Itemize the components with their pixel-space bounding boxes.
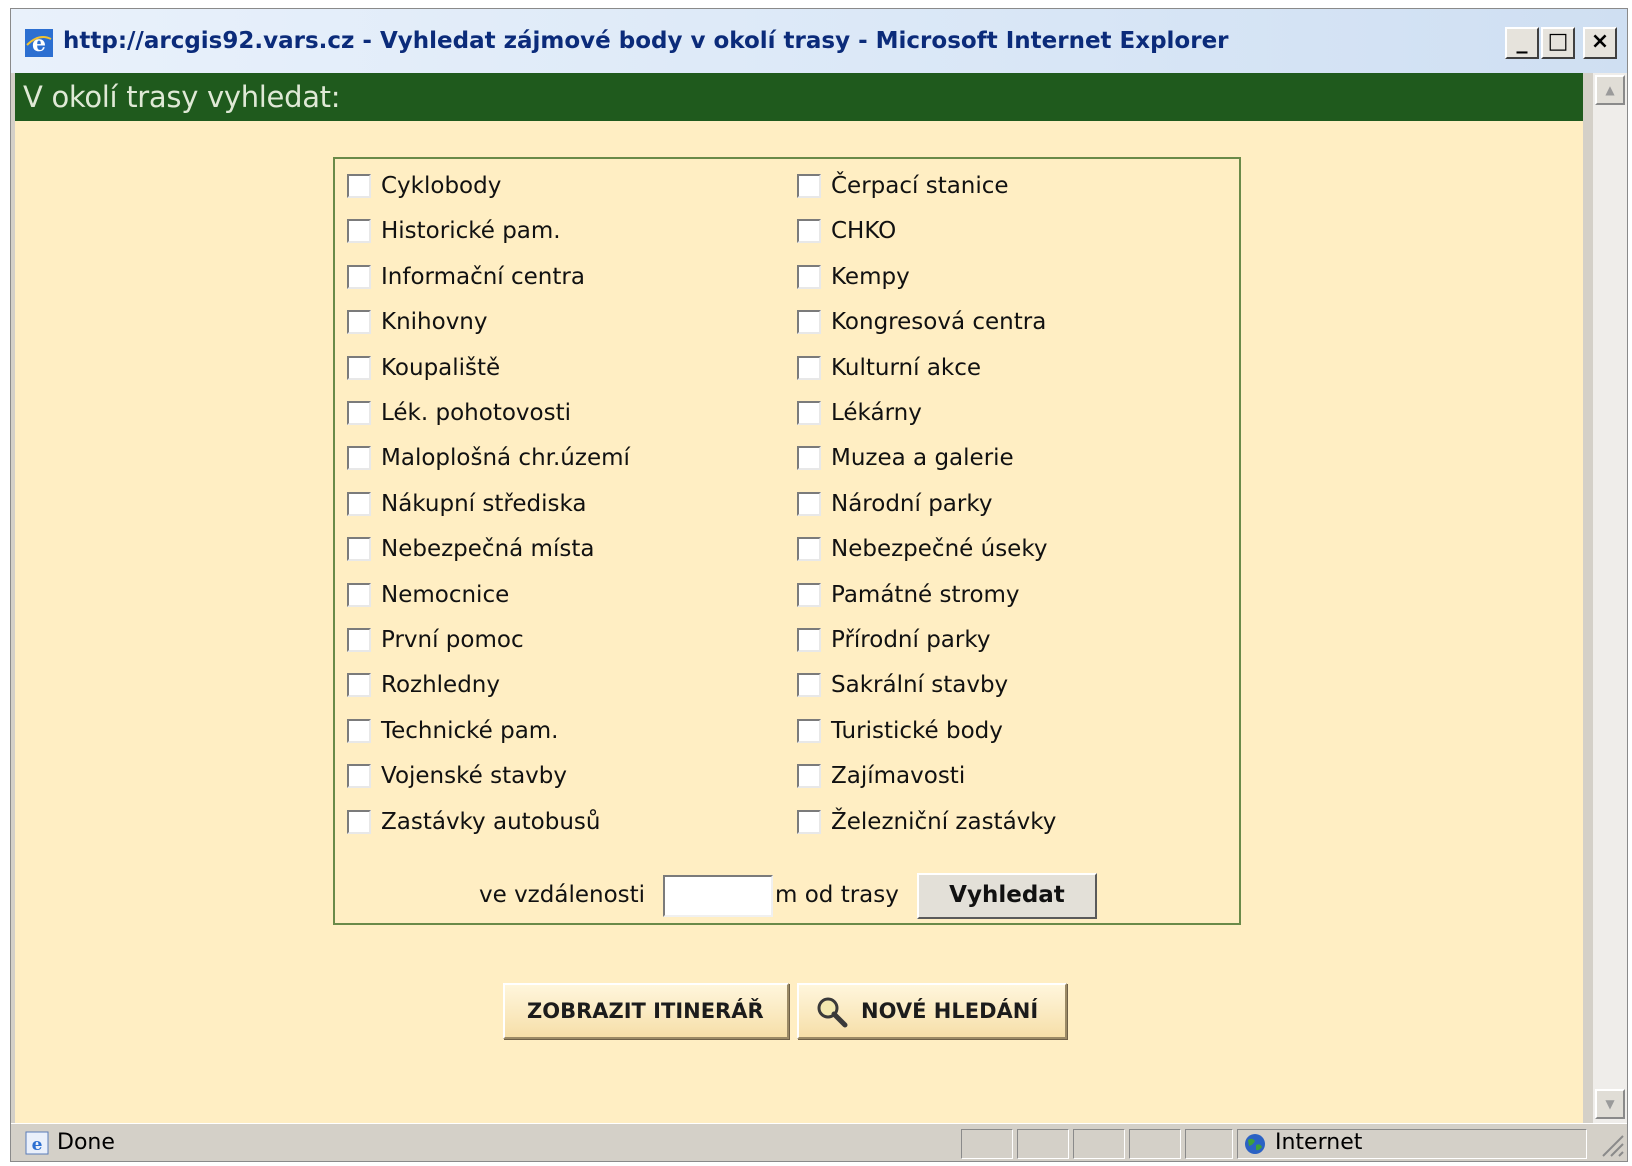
page-content: Cyklobody Historické pam. Informační centr… (15, 121, 1583, 1123)
vertical-scrollbar[interactable]: ▲ ▼ (1593, 73, 1627, 1123)
page-heading: V okolí trasy vyhledat: (23, 80, 341, 114)
ie-logo-icon: e (25, 29, 53, 57)
poi-checkbox[interactable] (797, 265, 821, 289)
scroll-down-button[interactable]: ▼ (1595, 1089, 1625, 1119)
title-bar[interactable]: e http://arcgis92.vars.cz - Vyhledat záj… (11, 9, 1627, 73)
svg-text:e: e (32, 31, 46, 57)
poi-checkbox-label: Lék. pohotovosti (381, 400, 571, 426)
poi-checkbox-label: Informační centra (381, 264, 585, 290)
poi-checkbox-label: Kempy (831, 264, 910, 290)
poi-checkbox[interactable] (347, 673, 371, 697)
poi-checkbox-label: Nemocnice (381, 582, 510, 608)
poi-checkbox-label: Čerpací stanice (831, 173, 1009, 199)
window-title: http://arcgis92.vars.cz - Vyhledat zájmo… (63, 28, 1229, 54)
poi-checkbox[interactable] (797, 446, 821, 470)
poi-checkbox[interactable] (347, 310, 371, 334)
status-bar: e Done Internet (11, 1123, 1627, 1161)
poi-checkbox[interactable] (797, 764, 821, 788)
svg-text:e: e (32, 1135, 43, 1155)
browser-window: e http://arcgis92.vars.cz - Vyhledat záj… (10, 8, 1628, 1162)
poi-checkbox-label: Nebezpečné úseky (831, 536, 1048, 562)
poi-checkbox-label: Sakrální stavby (831, 672, 1009, 698)
poi-checkbox[interactable] (347, 265, 371, 289)
close-icon: × (1590, 29, 1610, 54)
poi-checkbox[interactable] (797, 401, 821, 425)
poi-checkbox[interactable] (347, 219, 371, 243)
status-cell (1073, 1129, 1125, 1159)
security-zone-text: Internet (1275, 1130, 1363, 1155)
poi-checkbox-label: Národní parky (831, 491, 993, 517)
poi-checkbox-label: Železniční zastávky (831, 809, 1057, 835)
poi-checkbox[interactable] (797, 673, 821, 697)
new-search-button[interactable]: NOVÉ HLEDÁNÍ (797, 983, 1067, 1039)
search-header: V okolí trasy vyhledat: (15, 73, 1583, 121)
scroll-up-button[interactable]: ▲ (1595, 75, 1625, 105)
status-cell (961, 1129, 1013, 1159)
magnifier-icon (817, 997, 848, 1028)
poi-checkbox-label: Muzea a galerie (831, 445, 1014, 471)
poi-checkbox[interactable] (347, 446, 371, 470)
poi-checkbox-label: Vojenské stavby (381, 763, 567, 789)
poi-checkbox-label: První pomoc (381, 627, 524, 653)
poi-checkbox-label: CHKO (831, 218, 897, 244)
poi-checkbox[interactable] (347, 583, 371, 607)
status-cell (1185, 1129, 1233, 1159)
poi-checkbox[interactable] (797, 628, 821, 652)
poi-checkbox[interactable] (797, 719, 821, 743)
poi-checkbox[interactable] (797, 810, 821, 834)
poi-checkbox[interactable] (797, 537, 821, 561)
poi-checkbox[interactable] (347, 810, 371, 834)
poi-category-panel: Cyklobody Historické pam. Informační centr… (333, 157, 1241, 925)
poi-checkbox[interactable] (797, 492, 821, 516)
distance-unit-label: m od trasy (775, 882, 899, 908)
poi-checkbox[interactable] (797, 583, 821, 607)
poi-checkbox[interactable] (797, 310, 821, 334)
poi-checkbox-label: Přírodní parky (831, 627, 991, 653)
close-button[interactable]: × (1583, 27, 1617, 59)
show-itinerary-label: ZOBRAZIT ITINERÁŘ (527, 999, 764, 1023)
distance-input[interactable] (663, 875, 773, 917)
poi-checkbox-label: Kulturní akce (831, 355, 982, 381)
poi-checkbox[interactable] (347, 719, 371, 743)
poi-checkbox-label: Knihovny (381, 309, 488, 335)
minimize-icon: _ (1516, 29, 1528, 54)
poi-checkbox-label: Maloplošná chr.území (381, 445, 630, 471)
poi-checkbox-label: Turistické body (831, 718, 1003, 744)
poi-checkbox-label: Památné stromy (831, 582, 1020, 608)
poi-checkbox[interactable] (347, 356, 371, 380)
poi-checkbox-label: Historické pam. (381, 218, 561, 244)
maximize-button[interactable]: □ (1541, 27, 1575, 59)
search-button[interactable]: Vyhledat (917, 873, 1097, 919)
poi-checkbox-label: Lékárny (831, 400, 922, 426)
poi-checkbox[interactable] (347, 628, 371, 652)
status-cell (1129, 1129, 1181, 1159)
poi-checkbox[interactable] (797, 356, 821, 380)
poi-checkbox-label: Kongresová centra (831, 309, 1047, 335)
poi-checkbox-label: Zastávky autobusů (381, 809, 601, 835)
poi-checkbox[interactable] (347, 764, 371, 788)
maximize-icon: □ (1547, 29, 1569, 54)
poi-checkbox[interactable] (347, 174, 371, 198)
poi-checkbox[interactable] (797, 174, 821, 198)
show-itinerary-button[interactable]: ZOBRAZIT ITINERÁŘ (503, 983, 789, 1039)
resize-grip-icon[interactable] (1599, 1130, 1625, 1158)
poi-checkbox-label: Cyklobody (381, 173, 502, 199)
internet-globe-icon (1245, 1134, 1265, 1154)
poi-checkbox-label: Koupaliště (381, 355, 501, 381)
page-icon: e (25, 1131, 49, 1155)
poi-checkbox-label: Technické pam. (381, 718, 559, 744)
poi-checkbox-label: Nebezpečná místa (381, 536, 595, 562)
poi-checkbox[interactable] (347, 537, 371, 561)
poi-checkbox-label: Nákupní střediska (381, 491, 587, 517)
poi-checkbox-label: Rozhledny (381, 672, 500, 698)
status-cell (1017, 1129, 1069, 1159)
distance-label: ve vzdálenosti (479, 882, 646, 908)
new-search-label: NOVÉ HLEDÁNÍ (861, 999, 1039, 1023)
minimize-button[interactable]: _ (1505, 27, 1539, 59)
poi-checkbox[interactable] (347, 401, 371, 425)
status-text: Done (57, 1130, 115, 1155)
poi-checkbox-label: Zajímavosti (831, 763, 966, 789)
poi-checkbox[interactable] (797, 219, 821, 243)
poi-checkbox[interactable] (347, 492, 371, 516)
